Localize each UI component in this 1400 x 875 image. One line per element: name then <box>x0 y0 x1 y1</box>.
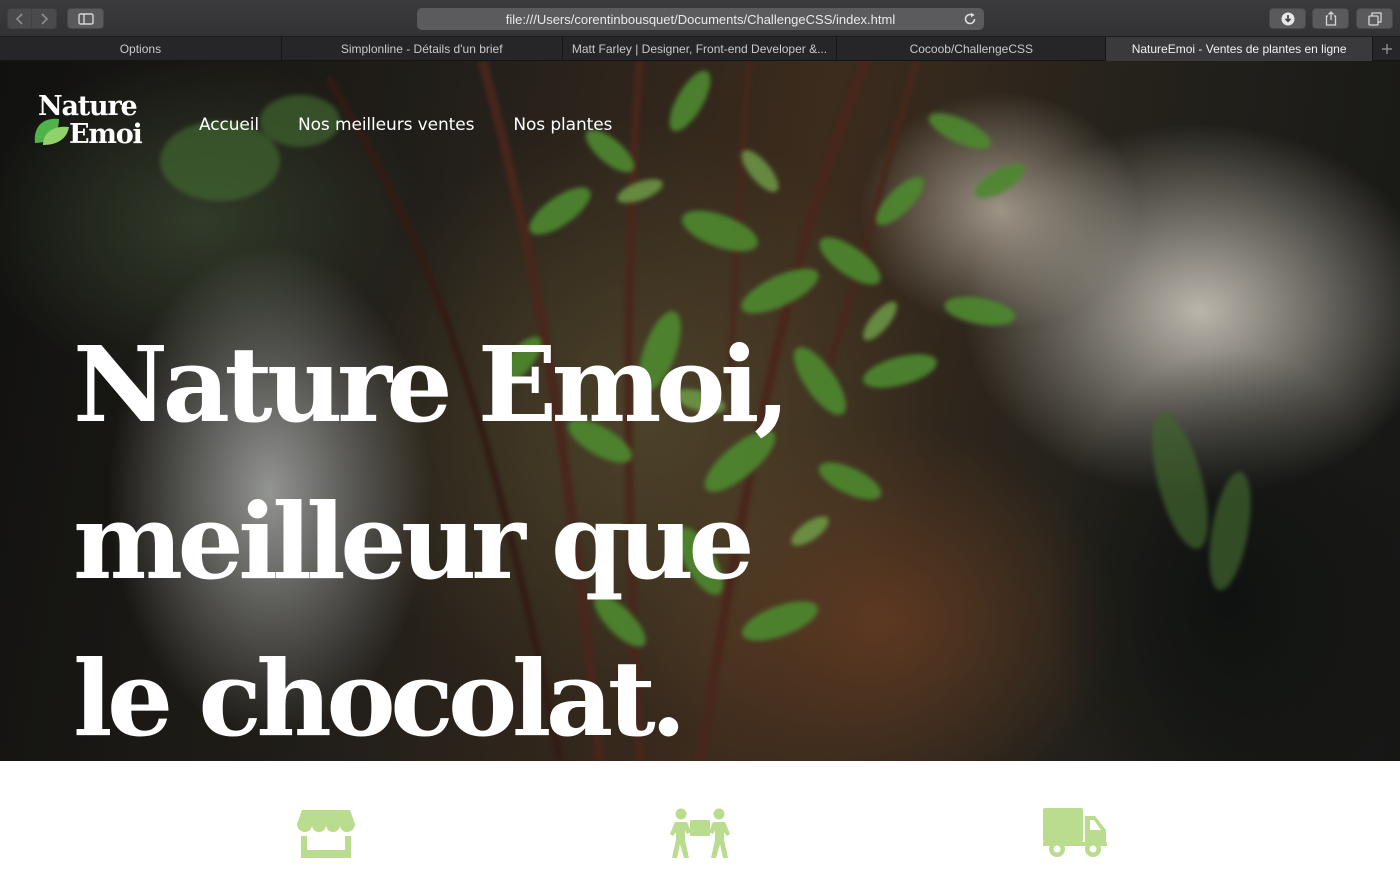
store-icon <box>297 810 355 858</box>
sidebar-icon <box>77 12 94 25</box>
chevron-left-icon <box>15 12 23 25</box>
back-button[interactable] <box>7 8 32 29</box>
logo-line-1: Nature <box>38 91 138 122</box>
tab-simplonline[interactable]: Simplonline - Détails d'un brief <box>282 37 563 61</box>
plus-icon <box>1381 44 1392 54</box>
headline-line-2: meilleur que <box>73 480 755 603</box>
tab-matt-farley[interactable]: Matt Farley | Designer, Front-end Develo… <box>563 37 838 61</box>
chevron-right-icon <box>41 12 49 25</box>
sidebar-button[interactable] <box>67 8 104 29</box>
tab-options[interactable]: Options <box>0 37 282 61</box>
browser-toolbar: file:///Users/corentinbousquet/Documents… <box>0 0 1400 37</box>
share-button[interactable] <box>1312 8 1349 29</box>
hero-section: Nature Emoi Accueil Nos meilleurs ventes… <box>0 61 1400 761</box>
share-icon <box>1325 11 1336 26</box>
history-buttons <box>7 8 57 29</box>
tab-label: Simplonline - Détails d'un brief <box>340 42 503 56</box>
address-bar[interactable]: file:///Users/corentinbousquet/Documents… <box>417 8 984 30</box>
hero-headline: Nature Emoi, meilleur que le chocolat. <box>73 306 790 761</box>
tabs-overview-button[interactable] <box>1356 8 1393 29</box>
nav-item-plantes[interactable]: Nos plantes <box>513 115 612 135</box>
main-nav: Accueil Nos meilleurs ventes Nos plantes <box>199 115 612 135</box>
features-section <box>0 761 1400 875</box>
tab-bar: Options Simplonline - Détails d'un brief… <box>0 37 1400 61</box>
logo-text: Nature Emoi <box>38 91 143 150</box>
nav-item-accueil[interactable]: Accueil <box>199 115 259 135</box>
forward-button[interactable] <box>32 8 57 29</box>
tab-challengecss[interactable]: Cocoob/ChallengeCSS <box>837 37 1107 61</box>
tab-natureemoi[interactable]: NatureEmoi - Ventes de plantes en ligne <box>1106 37 1374 61</box>
site-logo[interactable]: Nature Emoi <box>33 91 161 157</box>
download-icon <box>1281 12 1294 25</box>
tab-label: NatureEmoi - Ventes de plantes en ligne <box>1131 42 1347 56</box>
delivery-truck-icon <box>1043 808 1107 857</box>
headline-line-1: Nature Emoi, <box>73 323 790 446</box>
movers-icon <box>670 808 730 858</box>
tabs-icon <box>1367 11 1382 26</box>
nav-item-meilleurs-ventes[interactable]: Nos meilleurs ventes <box>298 115 474 135</box>
downloads-button[interactable] <box>1269 8 1306 29</box>
new-tab-button[interactable] <box>1373 37 1400 61</box>
logo-line-2: Emoi <box>69 119 143 150</box>
tab-label: Matt Farley | Designer, Front-end Develo… <box>571 42 828 56</box>
tab-label: Options <box>119 42 162 56</box>
reload-icon[interactable] <box>963 12 977 26</box>
url-text: file:///Users/corentinbousquet/Documents… <box>505 11 896 27</box>
tab-label: Cocoob/ChallengeCSS <box>909 42 1033 56</box>
headline-line-3: le chocolat. <box>73 637 687 760</box>
